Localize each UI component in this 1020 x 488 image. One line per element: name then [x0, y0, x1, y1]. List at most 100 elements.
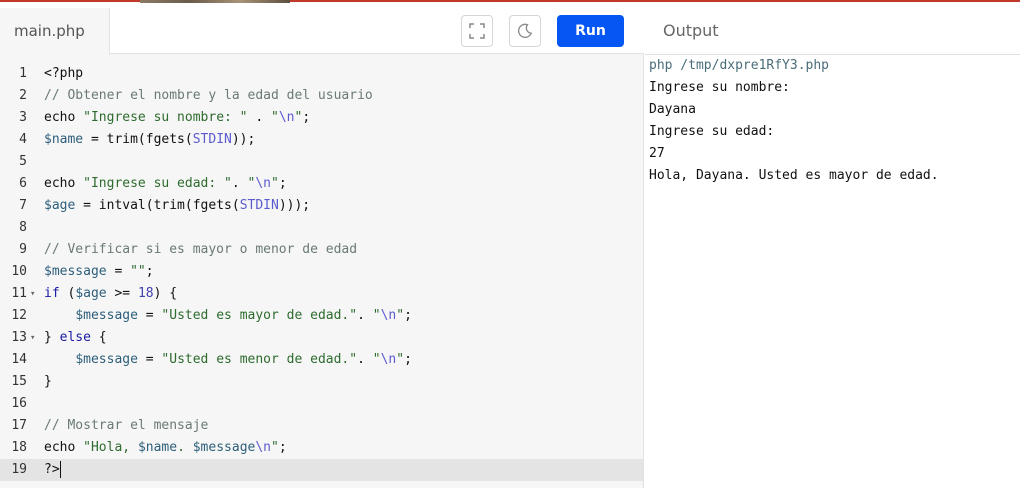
code-line[interactable]: 9 // Verificar si es mayor o menor de eda…	[0, 239, 643, 261]
code-line[interactable]: 17 // Mostrar el mensaje	[0, 415, 643, 437]
code-token: \n	[255, 440, 272, 455]
code-line[interactable]: 3 echo "Ingrese su nombre: " . "\n";	[0, 107, 643, 129]
code-token: =	[106, 264, 131, 279]
code-line[interactable]: 19 ?>	[0, 459, 643, 481]
line-number: 11	[11, 286, 27, 301]
code-line[interactable]: 13 ▾ } else {	[0, 327, 643, 349]
line-number: 1	[19, 66, 27, 81]
code-line[interactable]: 4 $name = trim(fgets(STDIN));	[0, 129, 643, 151]
code-token: ;	[278, 176, 287, 191]
code-token: 18	[137, 286, 154, 301]
code-token: "	[271, 440, 279, 455]
code-text: $age = intval(trim(fgets(STDIN)));	[44, 195, 310, 217]
code-token: "Usted es mayor de edad."	[161, 308, 358, 323]
output-line: Hola, Dayana. Usted es mayor de edad.	[649, 168, 939, 183]
code-text: } else {	[44, 327, 107, 349]
code-line[interactable]: 2 // Obtener el nombre y la edad del usua…	[0, 85, 643, 107]
code-token: \n	[380, 352, 397, 367]
code-token: ) {	[153, 286, 178, 301]
code-token: }	[44, 374, 52, 389]
code-token: $name	[44, 132, 84, 147]
code-text: echo "Ingrese su nombre: " . "\n";	[44, 107, 310, 129]
fold-toggle-icon[interactable]: ▾	[30, 283, 35, 305]
code-token: >=	[106, 286, 138, 301]
line-number: 9	[19, 242, 27, 257]
code-token: $age	[75, 286, 107, 301]
output-pane: Output php /tmp/dxpre1RfY3.php Ingrese s…	[645, 8, 1020, 488]
code-line[interactable]: 12 $message = "Usted es mayor de edad.".…	[0, 305, 643, 327]
code-token: =	[137, 352, 162, 367]
code-text: $message = "Usted es menor de edad.". "\…	[44, 349, 412, 371]
output-console: php /tmp/dxpre1RfY3.php Ingrese su nombr…	[649, 55, 939, 187]
code-token: \n	[278, 110, 295, 125]
code-token: // Verificar si es mayor o menor de edad	[44, 242, 358, 257]
code-text: $message = "";	[44, 261, 154, 283]
code-token: STDIN	[239, 198, 279, 213]
code-token: "Ingrese su edad: "	[83, 176, 232, 191]
code-token: =	[137, 308, 162, 323]
output-line: Dayana	[649, 102, 696, 117]
code-token: }	[44, 330, 60, 345]
code-token: ;	[404, 308, 412, 323]
code-token: \n	[380, 308, 397, 323]
code-token: .	[177, 440, 193, 455]
fold-toggle-icon[interactable]: ▾	[30, 327, 35, 349]
code-token: "Usted es menor de edad."	[161, 352, 358, 367]
code-token: ""	[130, 264, 146, 279]
code-text: <?php	[44, 63, 83, 85]
code-token: // Mostrar el mensaje	[44, 418, 209, 433]
line-number: 10	[11, 264, 27, 279]
code-token: $message	[75, 308, 138, 323]
code-line[interactable]: 14 $message = "Usted es menor de edad.".…	[0, 349, 643, 371]
output-header: Output	[645, 8, 1020, 55]
code-line[interactable]: 1 <?php	[0, 63, 643, 85]
line-number: 19	[11, 462, 27, 477]
code-text: ?>	[44, 459, 61, 481]
code-line[interactable]: 8	[0, 217, 643, 239]
code-line[interactable]: 5	[0, 151, 643, 173]
code-token: "Ingrese su nombre: "	[83, 110, 248, 125]
code-token: <?php	[44, 66, 84, 81]
code-token: $name	[137, 440, 178, 455]
code-token: ;	[404, 352, 412, 367]
code-token: "	[396, 352, 405, 367]
output-line: Ingrese su nombre:	[649, 80, 790, 95]
code-editor[interactable]: 1 <?php 2 // Obtener el nombre y la edad de…	[0, 55, 643, 488]
run-button[interactable]: Run	[557, 15, 624, 47]
output-command: php /tmp/dxpre1RfY3.php	[649, 58, 830, 73]
line-number: 2	[19, 88, 27, 103]
code-token: .	[357, 352, 373, 367]
code-token: ?>	[44, 462, 60, 477]
fullscreen-button[interactable]	[461, 15, 493, 47]
code-line[interactable]: 11 ▾ if ($age >= 18) {	[0, 283, 643, 305]
file-tab[interactable]: main.php	[0, 8, 110, 55]
editor-header: main.php Run	[0, 8, 644, 55]
theme-toggle-button[interactable]	[509, 15, 541, 47]
line-number: 5	[19, 154, 27, 169]
code-line[interactable]: 10 $message = "";	[0, 261, 643, 283]
editor-pane: main.php Run 1 <?php 2 // Obtener el nombre…	[0, 8, 644, 488]
code-token: echo	[44, 110, 84, 125]
top-strip	[0, 0, 1020, 8]
code-token: "	[372, 308, 381, 323]
line-number: 13	[11, 330, 27, 345]
code-token: (	[59, 286, 76, 301]
code-token: {	[90, 330, 107, 345]
top-thumbnail-strip	[140, 0, 290, 3]
code-token: )));	[278, 198, 311, 213]
code-token: $message	[192, 440, 256, 455]
code-line[interactable]: 18 echo "Hola, $name. $message\n";	[0, 437, 643, 459]
code-line[interactable]: 7 $age = intval(trim(fgets(STDIN)));	[0, 195, 643, 217]
line-number: 6	[19, 176, 27, 191]
code-line[interactable]: 6 echo "Ingrese su edad: ". "\n";	[0, 173, 643, 195]
code-text: // Verificar si es mayor o menor de edad	[44, 239, 357, 261]
code-text: // Mostrar el mensaje	[44, 415, 208, 437]
code-text: echo "Ingrese su edad: ". "\n";	[44, 173, 287, 195]
code-token: "	[396, 308, 405, 323]
output-line: 27	[649, 146, 665, 161]
code-line[interactable]: 15}	[0, 371, 643, 393]
line-number: 8	[19, 220, 27, 235]
line-number: 12	[11, 308, 27, 323]
code-line[interactable]: 16	[0, 393, 643, 415]
code-token: $message	[44, 264, 107, 279]
